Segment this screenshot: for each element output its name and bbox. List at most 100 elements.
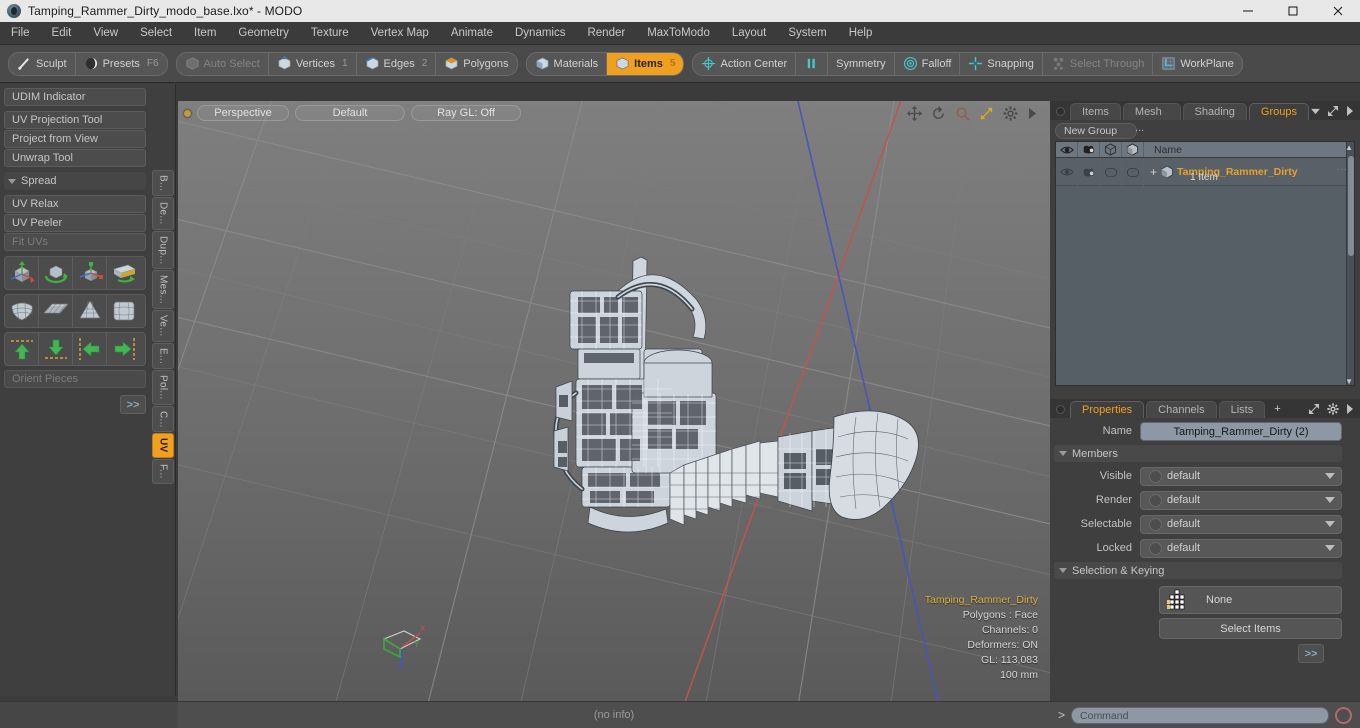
row-name-cell[interactable]: + Tamping_Rammer_Dirty 1 Item ... [1144, 158, 1354, 185]
left-vtab-dup[interactable]: Dup... [152, 230, 174, 270]
uv-rotate-button[interactable] [39, 257, 73, 289]
chevron-right-icon[interactable] [1027, 107, 1038, 120]
uv-scale-button[interactable] [73, 257, 107, 289]
chevron-down-icon[interactable] [1311, 108, 1320, 115]
groups-list[interactable]: Name + Tamping_Rammer_Dirty 1 Item ... ▲… [1055, 141, 1355, 386]
menu-file[interactable]: File [0, 22, 41, 45]
edges-button[interactable]: Edges 2 [357, 52, 437, 75]
menu-geometry[interactable]: Geometry [227, 22, 300, 45]
close-icon[interactable] [1315, 0, 1360, 22]
menu-edit[interactable]: Edit [41, 22, 83, 45]
uv-cone-button[interactable] [73, 295, 107, 327]
scroll-down-icon[interactable]: ▼ [1345, 377, 1353, 385]
minimize-icon[interactable] [1225, 0, 1270, 22]
3d-viewport[interactable]: Perspective Default Ray GL: Off X Y Z Ta… [178, 101, 1050, 701]
menu-system[interactable]: System [777, 22, 837, 45]
members-section-header[interactable]: Members [1054, 445, 1342, 462]
sculpt-button[interactable]: Sculpt [9, 52, 76, 75]
visible-dropdown[interactable]: default [1140, 466, 1342, 486]
row-wireframe-toggle[interactable] [1100, 158, 1122, 186]
row-visible-toggle[interactable] [1056, 158, 1078, 186]
command-input[interactable]: Command [1071, 706, 1329, 724]
uv-projection-tool-button[interactable]: UV Projection Tool [4, 111, 146, 129]
menu-vertex-map[interactable]: Vertex Map [360, 22, 440, 45]
gear-icon[interactable] [1003, 105, 1018, 121]
viewport-raygl-dropdown[interactable]: Ray GL: Off [411, 105, 521, 121]
left-vtab-e[interactable]: E... [152, 342, 174, 370]
left-vtab-b[interactable]: B... [152, 170, 174, 197]
properties-more-button[interactable]: >> [1298, 644, 1324, 663]
row-render-toggle[interactable] [1078, 158, 1100, 186]
menu-texture[interactable]: Texture [300, 22, 360, 45]
fit-uvs-button[interactable]: Fit UVs [4, 233, 146, 251]
menu-layout[interactable]: Layout [721, 22, 778, 45]
menu-item[interactable]: Item [183, 22, 227, 45]
tab-properties[interactable]: Properties [1070, 401, 1145, 418]
uv-relax-grid-button[interactable] [107, 295, 141, 327]
chevron-right-icon[interactable] [1346, 404, 1354, 414]
left-more-button[interactable]: >> [120, 395, 146, 414]
pan-icon[interactable] [907, 105, 922, 121]
render-radio[interactable] [1149, 493, 1162, 507]
left-vtab-mes[interactable]: Mes... [152, 270, 174, 310]
uv-align-left-button[interactable] [73, 333, 107, 365]
orient-pieces-field[interactable]: Orient Pieces [4, 370, 146, 388]
tab-lists[interactable]: Lists [1218, 401, 1266, 418]
presets-button[interactable]: Presets F6 [76, 53, 167, 75]
tab-shading[interactable]: Shading [1182, 103, 1247, 120]
menu-dynamics[interactable]: Dynamics [504, 22, 576, 45]
uv-align-up-button[interactable] [5, 333, 39, 365]
expand-icon[interactable] [1327, 105, 1339, 117]
row-shaded-toggle[interactable] [1122, 158, 1144, 186]
left-vtab-de[interactable]: De... [152, 197, 174, 230]
polygons-button[interactable]: Polygons [436, 53, 516, 75]
scroll-up-icon[interactable]: ▲ [1345, 143, 1353, 152]
uv-grid-flat-button[interactable] [39, 295, 73, 327]
items-button[interactable]: Items 5 [607, 52, 684, 75]
uv-move-axis-button[interactable] [5, 257, 39, 289]
uv-align-right-button[interactable] [107, 333, 141, 365]
left-vtab-c[interactable]: C... [152, 405, 174, 433]
table-row[interactable]: + Tamping_Rammer_Dirty 1 Item ... [1056, 158, 1354, 186]
tab-mesh[interactable]: Mesh ... [1122, 103, 1181, 134]
auto-select-button[interactable]: Auto Select [177, 52, 269, 75]
workplane-button[interactable]: WorkPlane [1153, 53, 1242, 75]
left-vtab-uv[interactable]: UV [152, 433, 174, 458]
tab-add[interactable]: + [1267, 401, 1287, 418]
vertices-button[interactable]: Vertices 1 [269, 52, 357, 75]
viewport-perspective-dropdown[interactable]: Perspective [197, 105, 289, 121]
maximize-icon[interactable] [1270, 0, 1315, 22]
gear-icon[interactable] [1327, 403, 1339, 415]
record-icon[interactable] [1335, 706, 1352, 724]
col-shaded-header[interactable] [1122, 142, 1144, 157]
viewport-indicator-dot[interactable] [184, 109, 191, 117]
chevron-right-icon[interactable] [1346, 106, 1354, 116]
symmetry-button[interactable]: Symmetry [828, 52, 895, 75]
selection-keying-section-header[interactable]: Selection & Keying [1054, 562, 1342, 579]
render-dropdown[interactable]: default [1140, 490, 1342, 510]
menu-render[interactable]: Render [576, 22, 636, 45]
uv-flip-button[interactable] [107, 257, 141, 289]
uv-relax-button[interactable]: UV Relax [4, 195, 146, 213]
selectable-radio[interactable] [1149, 517, 1162, 531]
select-items-button[interactable]: Select Items [1159, 618, 1342, 639]
locked-dropdown[interactable]: default [1140, 538, 1342, 558]
menu-maxtomodo[interactable]: MaxToModo [636, 22, 721, 45]
locked-radio[interactable] [1149, 541, 1162, 555]
visible-radio[interactable] [1149, 469, 1162, 483]
project-from-view-button[interactable]: Project from View [4, 130, 146, 148]
zoom-icon[interactable] [955, 106, 970, 121]
left-vtab-ve[interactable]: Ve... [152, 310, 174, 342]
action-center-button[interactable]: Action Center [693, 52, 797, 75]
groups-list-scrollbar[interactable]: ▲ ▼ [1345, 142, 1354, 385]
uv-align-down-button[interactable] [39, 333, 73, 365]
tab-groups[interactable]: Groups [1248, 103, 1309, 120]
viewport-shading-dropdown[interactable]: Default [295, 105, 405, 121]
fit-icon[interactable] [979, 106, 994, 121]
expand-icon[interactable] [1308, 403, 1320, 415]
row-expander[interactable]: + [1150, 166, 1157, 178]
bars-button[interactable] [796, 52, 829, 75]
tab-items[interactable]: Items [1070, 103, 1121, 120]
tab-channels[interactable]: Channels [1146, 401, 1217, 418]
uv-peeler-button[interactable]: UV Peeler [4, 214, 146, 232]
